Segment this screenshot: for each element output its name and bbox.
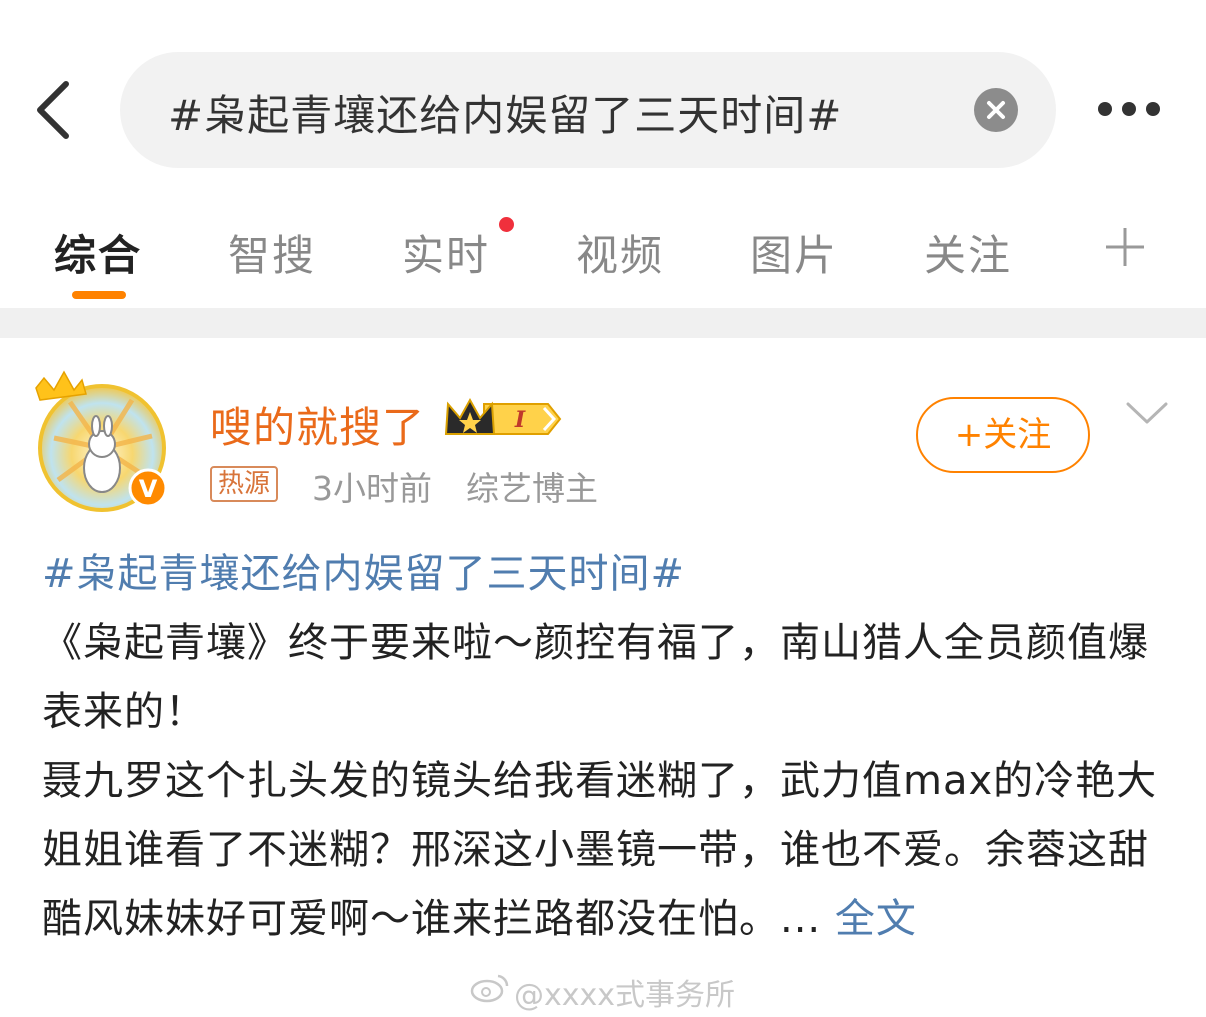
- active-tab-indicator: [72, 291, 126, 299]
- more-dots-icon: [1122, 102, 1136, 116]
- chevron-left-icon: [37, 81, 69, 139]
- tab-smart-search[interactable]: 智搜: [228, 222, 316, 283]
- author-avatar[interactable]: V: [30, 356, 180, 516]
- top-bar: #枭起青壤还给内娱留了三天时间#: [0, 0, 1206, 185]
- post-hashtag[interactable]: #枭起青壤还给内娱留了三天时间#: [42, 540, 1172, 609]
- tab-comprehensive[interactable]: 综合: [54, 222, 142, 283]
- watermark: @xxxx式事务所: [514, 978, 736, 1013]
- author-name[interactable]: 嗖的就搜了: [210, 394, 425, 455]
- more-dots-icon: [1098, 102, 1112, 116]
- member-crown-badge[interactable]: I: [444, 396, 564, 442]
- author-role: 综艺博主: [466, 469, 598, 508]
- tab-video[interactable]: 视频: [576, 222, 664, 283]
- expand-full-text-link[interactable]: 全文: [835, 896, 917, 942]
- follow-button[interactable]: +关注: [916, 397, 1090, 473]
- post-paragraph: 《枭起青壤》终于要来啦～颜控有福了，南山猎人全员颜值爆表来的！: [42, 620, 1149, 735]
- post-content: #枭起青壤还给内娱留了三天时间# 《枭起青壤》终于要来啦～颜控有福了，南山猎人全…: [42, 540, 1172, 954]
- tab-realtime[interactable]: 实时: [402, 222, 490, 283]
- search-query: #枭起青壤还给内娱留了三天时间#: [168, 91, 843, 140]
- chevron-down-icon[interactable]: [1124, 398, 1170, 428]
- tab-images[interactable]: 图片: [750, 222, 838, 283]
- clear-search-button[interactable]: [974, 88, 1018, 132]
- section-divider: [0, 308, 1206, 338]
- search-input[interactable]: #枭起青壤还给内娱留了三天时间#: [120, 52, 1056, 168]
- add-tab-icon[interactable]: [1104, 226, 1146, 268]
- realtime-notification-dot: [499, 217, 514, 232]
- svg-text:V: V: [139, 475, 158, 503]
- close-icon: [987, 101, 1005, 119]
- search-tabs: 综合 智搜 实时 视频 图片 关注: [0, 200, 1206, 308]
- more-options-button[interactable]: [1094, 94, 1168, 128]
- post-paragraph: 聂九罗这个扎头发的镜头给我看迷糊了，武力值max的冷艳大姐姐谁看了不迷糊？邢深这…: [42, 758, 1158, 942]
- hot-source-badge: 热源: [210, 466, 279, 502]
- more-dots-icon: [1146, 102, 1160, 116]
- tab-following[interactable]: 关注: [924, 222, 1012, 283]
- svg-text:I: I: [514, 407, 526, 433]
- post-time: 3小时前: [312, 469, 432, 508]
- back-button[interactable]: [22, 70, 86, 150]
- weibo-logo-icon: [470, 974, 509, 1003]
